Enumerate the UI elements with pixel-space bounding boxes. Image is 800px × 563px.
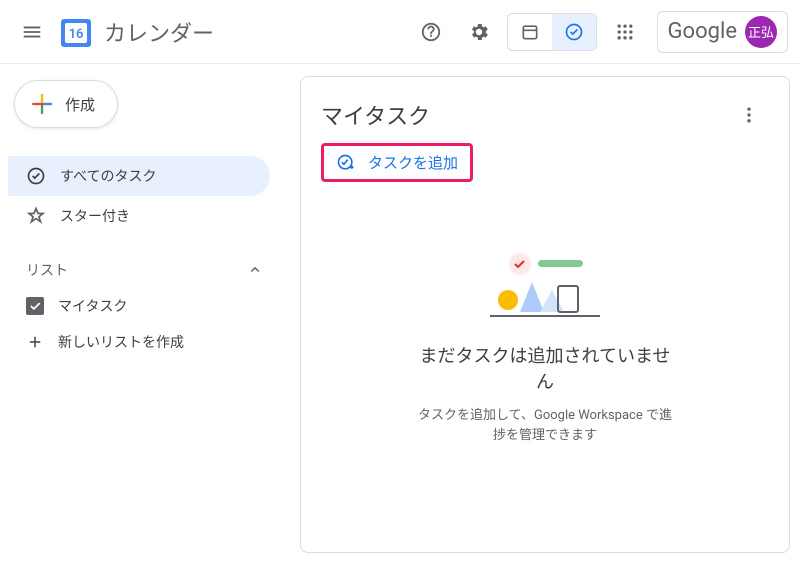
menu-icon xyxy=(21,21,43,43)
header-right: Google 正弘 xyxy=(411,11,788,53)
create-label: 作成 xyxy=(65,94,95,115)
main-menu-button[interactable] xyxy=(12,12,52,52)
nav-all-tasks[interactable]: すべてのタスク xyxy=(8,156,270,196)
app-body: 作成 すべてのタスク スター付き リスト マイタスク 新しいリストを作成 xyxy=(0,64,800,563)
gear-icon xyxy=(468,21,490,43)
check-circle-icon xyxy=(26,166,46,186)
google-account-chip[interactable]: Google 正弘 xyxy=(657,11,788,53)
app-title: カレンダー xyxy=(104,16,214,48)
star-icon xyxy=(26,206,46,226)
google-label: Google xyxy=(668,19,737,44)
help-icon xyxy=(420,21,442,43)
empty-illustration xyxy=(490,252,600,322)
new-list-label: 新しいリストを作成 xyxy=(58,332,184,352)
svg-text:16: 16 xyxy=(69,27,84,42)
calendar-view-button[interactable] xyxy=(508,14,552,50)
card-more-button[interactable] xyxy=(729,95,769,135)
view-toggle xyxy=(507,13,597,51)
settings-button[interactable] xyxy=(459,12,499,52)
list-section-label: リスト xyxy=(26,260,68,280)
new-list-button[interactable]: 新しいリストを作成 xyxy=(8,324,282,360)
sidebar: 作成 すべてのタスク スター付き リスト マイタスク 新しいリストを作成 xyxy=(0,64,290,563)
tasks-view-button[interactable] xyxy=(552,14,596,50)
avatar: 正弘 xyxy=(745,16,777,48)
add-task-button[interactable]: タスクを追加 xyxy=(321,143,473,182)
logo-area: 16 カレンダー xyxy=(56,12,214,52)
chevron-up-icon xyxy=(246,261,264,279)
plus-color-icon xyxy=(29,91,55,117)
empty-title: まだタスクは追加されていません xyxy=(415,342,675,394)
create-button[interactable]: 作成 xyxy=(14,80,118,128)
task-list-item[interactable]: マイタスク xyxy=(8,288,282,324)
add-task-icon xyxy=(336,153,356,173)
list-section-header[interactable]: リスト xyxy=(8,236,282,288)
card-header: マイタスク xyxy=(321,95,769,135)
checkbox-checked-icon xyxy=(26,297,44,315)
calendar-icon xyxy=(520,22,540,42)
plus-icon xyxy=(26,333,44,351)
add-task-label: タスクを追加 xyxy=(368,152,458,173)
task-list-card: マイタスク タスクを追加 xyxy=(300,76,790,553)
list-item-label: マイタスク xyxy=(58,296,127,316)
empty-subtitle: タスクを追加して、Google Workspace で進捗を管理できます xyxy=(415,406,675,445)
card-title: マイタスク xyxy=(321,99,430,131)
nav-starred[interactable]: スター付き xyxy=(8,196,270,236)
apps-button[interactable] xyxy=(605,12,645,52)
main-content: マイタスク タスクを追加 xyxy=(290,64,800,563)
empty-state: まだタスクは追加されていません タスクを追加して、Google Workspac… xyxy=(321,252,769,445)
more-vert-icon xyxy=(739,105,759,125)
calendar-logo-icon: 16 xyxy=(56,12,96,52)
help-button[interactable] xyxy=(411,12,451,52)
task-check-icon xyxy=(564,22,584,42)
app-header: 16 カレンダー Google 正弘 xyxy=(0,0,800,64)
nav-label: スター付き xyxy=(60,206,130,226)
nav-label: すべてのタスク xyxy=(60,166,156,186)
apps-grid-icon xyxy=(615,22,635,42)
